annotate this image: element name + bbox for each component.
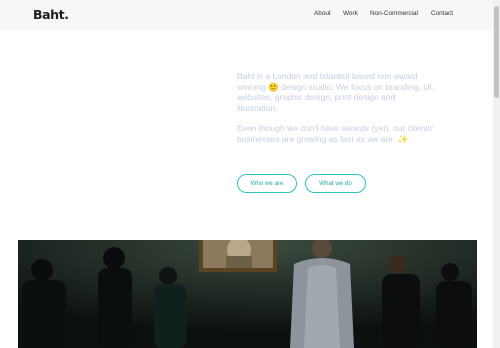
intro-paragraph-2: Even though we don't have awards (yet), …: [237, 123, 434, 144]
nav-non-commercial[interactable]: Non-Commercial: [370, 10, 418, 17]
smile-emoji-icon: 🙂: [268, 81, 279, 92]
main-nav: About Work Non-Commercial Contact: [0, 10, 493, 22]
page-scrollbar[interactable]: [493, 0, 500, 348]
intro-paragraph-1: Baht is a London and Istanbul based non-…: [237, 71, 435, 113]
sparkle-emoji-icon: ✨: [397, 133, 409, 144]
gallery-photo-icon: [18, 240, 477, 348]
nav-work[interactable]: Work: [343, 10, 358, 17]
hero-image: [18, 240, 477, 348]
nav-about[interactable]: About: [314, 10, 331, 17]
scrollbar-thumb[interactable]: [494, 6, 499, 98]
what-we-do-button[interactable]: What we do: [305, 174, 366, 193]
intro-text: Baht is a London and Istanbul based non-…: [237, 71, 437, 144]
nav-contact[interactable]: Contact: [431, 10, 453, 17]
site-header: Baht. About Work Non-Commercial Contact: [0, 0, 493, 30]
who-we-are-button[interactable]: Who we are: [237, 174, 297, 193]
